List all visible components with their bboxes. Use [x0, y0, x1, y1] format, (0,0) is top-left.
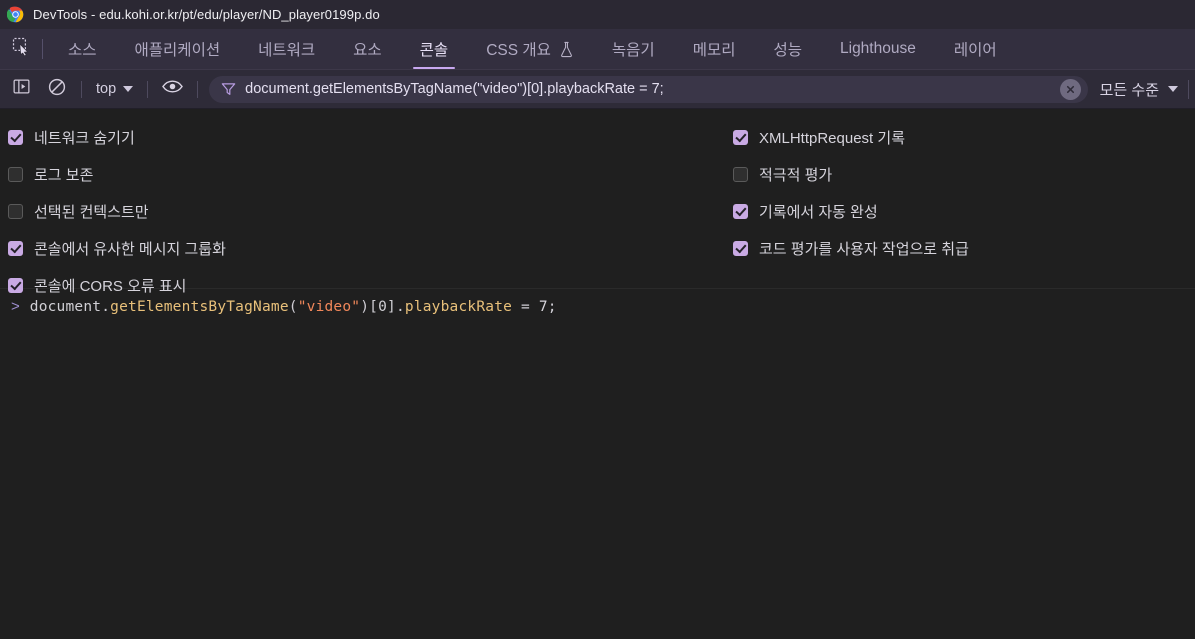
setting-label: 콘솔에 CORS 오류 표시 — [34, 275, 186, 296]
tab-label: 성능 — [773, 38, 802, 60]
setting-label: 네트워크 숨기기 — [34, 127, 135, 148]
setting-label: 콘솔에서 유사한 메시지 그룹화 — [34, 238, 226, 259]
chevron-down-icon — [123, 86, 133, 92]
tab-recorder[interactable]: 녹음기 — [593, 29, 674, 69]
setting-eager-evaluation[interactable]: 적극적 평가 — [733, 156, 969, 193]
setting-label: 코드 평가를 사용자 작업으로 취급 — [759, 238, 969, 259]
devtools-tabstrip: 소스 애플리케이션 네트워크 요소 콘솔 CSS 개요 녹음기 메모리 — [0, 29, 1195, 70]
tab-label: 레이어 — [954, 38, 997, 60]
settings-column-left: 네트워크 숨기기 로그 보존 선택된 컨텍스트만 콘솔에서 유사한 메시지 그룹… — [8, 119, 226, 304]
log-xhr-checkbox[interactable] — [733, 130, 748, 145]
chevron-down-icon — [1168, 86, 1178, 92]
console-filter-box[interactable]: document.getElementsByTagName("video")[0… — [209, 76, 1087, 103]
tab-label: Lighthouse — [840, 40, 916, 58]
console-output-area[interactable]: > document.getElementsByTagName("video")… — [0, 289, 1195, 607]
toolbar-divider — [197, 81, 198, 98]
code-token: = — [512, 299, 539, 315]
tab-elements[interactable]: 요소 — [334, 29, 401, 69]
console-toolbar: top document.getElementsByTagName("video… — [0, 70, 1195, 109]
execution-context-value: top — [96, 81, 116, 97]
preserve-log-checkbox[interactable] — [8, 167, 23, 182]
settings-column-right: XMLHttpRequest 기록 적극적 평가 기록에서 자동 완성 코드 평… — [733, 119, 969, 267]
setting-label: 적극적 평가 — [759, 164, 832, 185]
log-level-selector[interactable]: 모든 수준 — [1088, 76, 1188, 103]
code-token: "video" — [298, 299, 361, 315]
tab-lighthouse[interactable]: Lighthouse — [821, 29, 935, 69]
tab-label: 네트워크 — [258, 38, 315, 60]
clear-filter-button[interactable] — [1060, 79, 1081, 100]
selected-context-only-checkbox[interactable] — [8, 204, 23, 219]
experiment-flask-icon — [559, 41, 574, 58]
tab-performance[interactable]: 성능 — [754, 29, 821, 69]
tab-css-overview[interactable]: CSS 개요 — [467, 29, 593, 69]
console-sidebar-icon — [13, 78, 30, 100]
live-expression-eye-icon — [162, 79, 183, 99]
group-similar-checkbox[interactable] — [8, 241, 23, 256]
tab-label: 소스 — [68, 38, 97, 60]
window-titlebar: DevTools - edu.kohi.or.kr/pt/edu/player/… — [0, 0, 1195, 29]
code-token: playbackRate — [405, 299, 512, 315]
tab-label: 애플리케이션 — [135, 38, 221, 60]
toolbar-divider — [1188, 80, 1189, 99]
filter-funnel-icon — [221, 82, 236, 96]
code-token: ) — [360, 299, 369, 315]
clear-console-button[interactable] — [39, 74, 74, 104]
tab-application[interactable]: 애플리케이션 — [116, 29, 240, 69]
setting-hide-network[interactable]: 네트워크 숨기기 — [8, 119, 226, 156]
toolbar-divider — [147, 81, 148, 98]
setting-label: 선택된 컨텍스트만 — [34, 201, 149, 222]
setting-preserve-log[interactable]: 로그 보존 — [8, 156, 226, 193]
clear-input-icon — [1065, 84, 1076, 95]
tab-sources[interactable]: 소스 — [49, 29, 116, 69]
window-title: DevTools - edu.kohi.or.kr/pt/edu/player/… — [33, 7, 380, 22]
tab-label: 요소 — [353, 38, 382, 60]
setting-label: 기록에서 자동 완성 — [759, 201, 878, 222]
setting-selected-context-only[interactable]: 선택된 컨텍스트만 — [8, 193, 226, 230]
setting-group-similar[interactable]: 콘솔에서 유사한 메시지 그룹화 — [8, 230, 226, 267]
tabstrip-divider — [42, 39, 43, 59]
tab-network[interactable]: 네트워크 — [239, 29, 334, 69]
tab-label: CSS 개요 — [486, 38, 551, 60]
autocomplete-from-history-checkbox[interactable] — [733, 204, 748, 219]
code-token: . — [396, 299, 405, 315]
setting-log-xhr[interactable]: XMLHttpRequest 기록 — [733, 119, 969, 156]
execution-context-selector[interactable]: top — [89, 78, 140, 100]
show-cors-errors-checkbox[interactable] — [8, 278, 23, 293]
code-token: ( — [289, 299, 298, 315]
inspect-element-icon — [12, 37, 31, 61]
tab-list: 소스 애플리케이션 네트워크 요소 콘솔 CSS 개요 녹음기 메모리 — [49, 29, 1016, 69]
console-settings-pane: 네트워크 숨기기 로그 보존 선택된 컨텍스트만 콘솔에서 유사한 메시지 그룹… — [0, 109, 1195, 289]
tab-memory[interactable]: 메모리 — [674, 29, 755, 69]
hide-network-checkbox[interactable] — [8, 130, 23, 145]
inspect-element-button[interactable] — [0, 29, 42, 69]
log-level-value: 모든 수준 — [1100, 79, 1159, 100]
live-expression-button[interactable] — [155, 74, 190, 104]
setting-evaluate-as-user-action[interactable]: 코드 평가를 사용자 작업으로 취급 — [733, 230, 969, 267]
tab-console[interactable]: 콘솔 — [401, 29, 468, 69]
code-token: 7 — [539, 299, 548, 315]
tab-label: 메모리 — [693, 38, 736, 60]
code-token: ; — [548, 299, 557, 315]
console-filter-input[interactable]: document.getElementsByTagName("video")[0… — [245, 81, 1050, 97]
toolbar-divider — [81, 81, 82, 98]
tab-label: 녹음기 — [612, 38, 655, 60]
setting-label: 로그 보존 — [34, 164, 93, 185]
setting-autocomplete-from-history[interactable]: 기록에서 자동 완성 — [733, 193, 969, 230]
evaluate-as-user-action-checkbox[interactable] — [733, 241, 748, 256]
setting-show-cors-errors[interactable]: 콘솔에 CORS 오류 표시 — [8, 267, 226, 304]
tab-label: 콘솔 — [420, 38, 449, 60]
clear-console-icon — [48, 78, 66, 101]
tab-layers[interactable]: 레이어 — [935, 29, 1016, 69]
chrome-logo-icon — [7, 6, 24, 23]
code-token: [0] — [369, 299, 396, 315]
setting-label: XMLHttpRequest 기록 — [759, 127, 905, 148]
eager-evaluation-checkbox[interactable] — [733, 167, 748, 182]
console-sidebar-toggle-button[interactable] — [4, 74, 39, 104]
